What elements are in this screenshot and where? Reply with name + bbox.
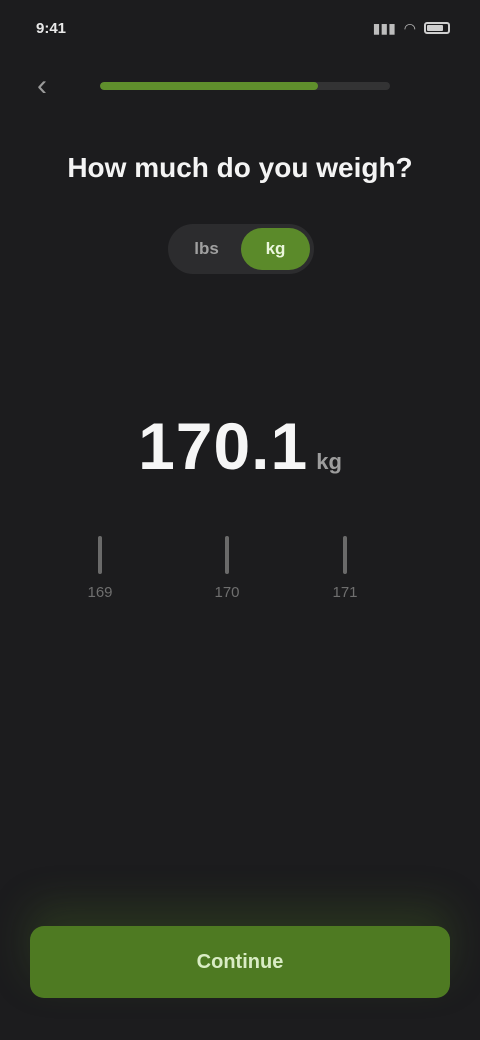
unit-option-lbs[interactable]: lbs <box>172 228 241 270</box>
back-button[interactable]: ‹ <box>26 66 58 106</box>
weight-ruler-slider[interactable]: 169 170 171 <box>40 536 440 606</box>
ruler-tick <box>225 536 229 574</box>
weight-display: 170.1 kg <box>0 408 480 484</box>
ruler-mark: 169 <box>70 536 130 601</box>
unit-option-kg[interactable]: kg <box>241 228 310 270</box>
ruler-label: 170 <box>214 584 240 601</box>
status-left: 9:41 <box>36 20 66 37</box>
ruler-tick <box>98 536 102 574</box>
unit-toggle: lbs kg <box>168 224 314 274</box>
continue-button[interactable]: Continue <box>30 926 450 998</box>
progress-fill <box>100 82 318 90</box>
wifi-icon: ◠ <box>403 20 416 36</box>
onboarding-weight-screen: 9:41 ▮▮▮ ◠ ‹ How much do you weigh? lbs … <box>0 0 480 1040</box>
status-right: ▮▮▮ ◠ <box>373 21 450 35</box>
weight-value: 170.1 <box>138 409 309 483</box>
ruler-tick <box>343 536 347 574</box>
status-bar: 9:41 ▮▮▮ ◠ <box>36 14 450 42</box>
weight-unit: kg <box>316 449 342 474</box>
ruler-mark: 171 <box>315 536 375 601</box>
chevron-left-icon: ‹ <box>37 69 47 102</box>
page-title: How much do you weigh? <box>67 152 413 183</box>
onboarding-progress-bar <box>100 82 390 90</box>
status-time: 9:41 <box>36 19 67 37</box>
battery-icon <box>424 22 450 34</box>
ruler-label: 171 <box>332 584 358 601</box>
ruler-mark: 170 <box>197 536 257 601</box>
signal-icon: ▮▮▮ <box>372 20 396 36</box>
ruler-label: 169 <box>87 584 113 601</box>
